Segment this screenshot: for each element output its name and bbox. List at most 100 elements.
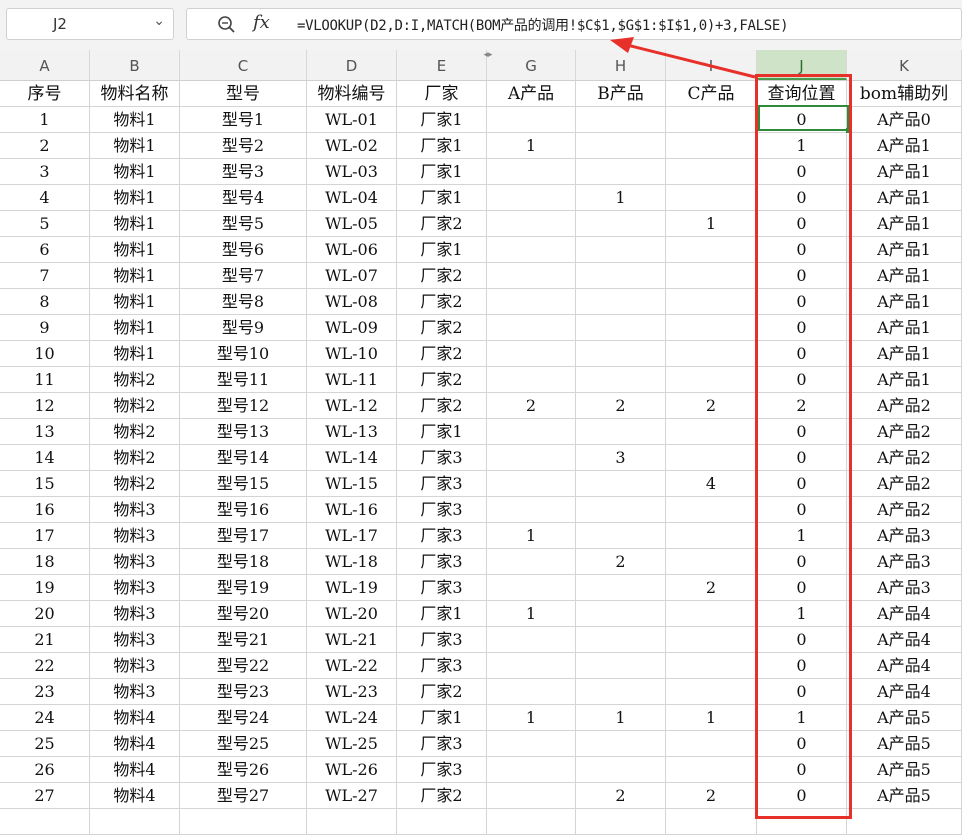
table-cell[interactable]: WL-19 [307, 575, 397, 601]
column-header-b[interactable]: B [90, 50, 180, 80]
table-cell[interactable]: 物料1 [90, 237, 180, 263]
table-cell[interactable]: 2 [666, 393, 757, 419]
table-cell[interactable] [487, 159, 576, 185]
table-cell[interactable]: 型号16 [180, 497, 307, 523]
column-header-d[interactable]: D [307, 50, 397, 80]
table-cell[interactable]: WL-13 [307, 419, 397, 445]
name-box[interactable]: J2 ⌄ [6, 8, 174, 40]
table-cell[interactable]: 厂家3 [397, 471, 487, 497]
table-cell[interactable]: 型号17 [180, 523, 307, 549]
table-cell[interactable]: 型号15 [180, 471, 307, 497]
table-cell[interactable]: WL-21 [307, 627, 397, 653]
table-cell[interactable]: 21 [0, 627, 90, 653]
table-cell[interactable] [666, 731, 757, 757]
table-cell[interactable]: WL-25 [307, 731, 397, 757]
column-header-h[interactable]: H [576, 50, 666, 80]
table-cell[interactable] [666, 419, 757, 445]
column-header-c[interactable]: C [180, 50, 307, 80]
table-cell[interactable]: 2 [576, 549, 666, 575]
table-cell[interactable]: 物料3 [90, 549, 180, 575]
table-cell[interactable] [487, 679, 576, 705]
table-cell[interactable]: A产品2 [847, 393, 962, 419]
table-cell[interactable]: 4 [0, 185, 90, 211]
table-cell[interactable]: A产品2 [847, 497, 962, 523]
table-cell[interactable]: WL-01 [307, 107, 397, 133]
table-cell[interactable]: 2 [576, 393, 666, 419]
table-cell[interactable]: A产品1 [847, 263, 962, 289]
table-cell[interactable]: WL-24 [307, 705, 397, 731]
table-cell[interactable] [666, 497, 757, 523]
table-cell[interactable]: 6 [0, 237, 90, 263]
table-cell[interactable]: 厂家2 [397, 289, 487, 315]
table-cell[interactable] [576, 757, 666, 783]
table-cell[interactable] [666, 653, 757, 679]
table-cell[interactable]: 厂家3 [397, 757, 487, 783]
table-cell[interactable] [576, 523, 666, 549]
table-cell[interactable] [576, 809, 666, 835]
table-cell[interactable]: 厂家2 [397, 393, 487, 419]
table-cell[interactable]: 物料1 [90, 185, 180, 211]
table-cell[interactable]: 19 [0, 575, 90, 601]
table-cell[interactable] [666, 341, 757, 367]
table-cell[interactable]: 厂家2 [397, 211, 487, 237]
formula-text[interactable]: =VLOOKUP(D2,D:I,MATCH(BOM产品的调用!$C$1,$G$1… [297, 15, 789, 35]
column-header-g[interactable]: G [487, 50, 576, 80]
table-cell[interactable]: WL-06 [307, 237, 397, 263]
table-cell[interactable]: WL-12 [307, 393, 397, 419]
header-cell[interactable]: bom辅助列 [847, 81, 962, 107]
table-cell[interactable]: 物料3 [90, 523, 180, 549]
table-cell[interactable]: 10 [0, 341, 90, 367]
table-cell[interactable]: WL-04 [307, 185, 397, 211]
table-cell[interactable] [576, 237, 666, 263]
table-cell[interactable]: 物料1 [90, 315, 180, 341]
column-header-i[interactable]: I [666, 50, 757, 80]
table-cell[interactable]: 物料3 [90, 627, 180, 653]
table-cell[interactable]: 22 [0, 653, 90, 679]
table-cell[interactable]: A产品1 [847, 237, 962, 263]
table-cell[interactable]: 26 [0, 757, 90, 783]
table-cell[interactable]: 3 [576, 445, 666, 471]
table-cell[interactable]: WL-23 [307, 679, 397, 705]
table-cell[interactable] [487, 731, 576, 757]
table-cell[interactable]: A产品3 [847, 549, 962, 575]
table-cell[interactable]: 物料3 [90, 575, 180, 601]
table-cell[interactable]: A产品1 [847, 289, 962, 315]
header-cell[interactable]: C产品 [666, 81, 757, 107]
table-cell[interactable]: 型号20 [180, 601, 307, 627]
table-cell[interactable]: 型号7 [180, 263, 307, 289]
table-cell[interactable]: 型号1 [180, 107, 307, 133]
table-cell[interactable] [487, 263, 576, 289]
table-cell[interactable]: 厂家3 [397, 731, 487, 757]
table-cell[interactable] [576, 159, 666, 185]
table-cell[interactable] [487, 627, 576, 653]
table-cell[interactable]: 5 [0, 211, 90, 237]
table-cell[interactable] [576, 263, 666, 289]
table-cell[interactable]: WL-26 [307, 757, 397, 783]
table-cell[interactable] [576, 679, 666, 705]
table-cell[interactable]: 物料3 [90, 679, 180, 705]
table-cell[interactable]: 厂家3 [397, 497, 487, 523]
table-cell[interactable] [487, 367, 576, 393]
table-cell[interactable] [666, 289, 757, 315]
table-cell[interactable]: A产品4 [847, 601, 962, 627]
table-cell[interactable]: 型号6 [180, 237, 307, 263]
table-cell[interactable] [666, 809, 757, 835]
table-cell[interactable]: A产品1 [847, 341, 962, 367]
table-cell[interactable]: 2 [666, 783, 757, 809]
table-cell[interactable]: WL-02 [307, 133, 397, 159]
table-cell[interactable] [487, 575, 576, 601]
table-cell[interactable]: WL-17 [307, 523, 397, 549]
table-cell[interactable] [666, 523, 757, 549]
table-cell[interactable] [666, 627, 757, 653]
table-cell[interactable]: 1 [487, 705, 576, 731]
table-cell[interactable] [576, 107, 666, 133]
table-cell[interactable] [487, 783, 576, 809]
table-cell[interactable]: 厂家1 [397, 133, 487, 159]
table-cell[interactable]: 物料1 [90, 341, 180, 367]
table-cell[interactable]: WL-03 [307, 159, 397, 185]
table-cell[interactable]: 物料1 [90, 133, 180, 159]
table-cell[interactable]: WL-10 [307, 341, 397, 367]
table-cell[interactable]: A产品5 [847, 731, 962, 757]
table-cell[interactable] [576, 367, 666, 393]
table-cell[interactable]: WL-27 [307, 783, 397, 809]
